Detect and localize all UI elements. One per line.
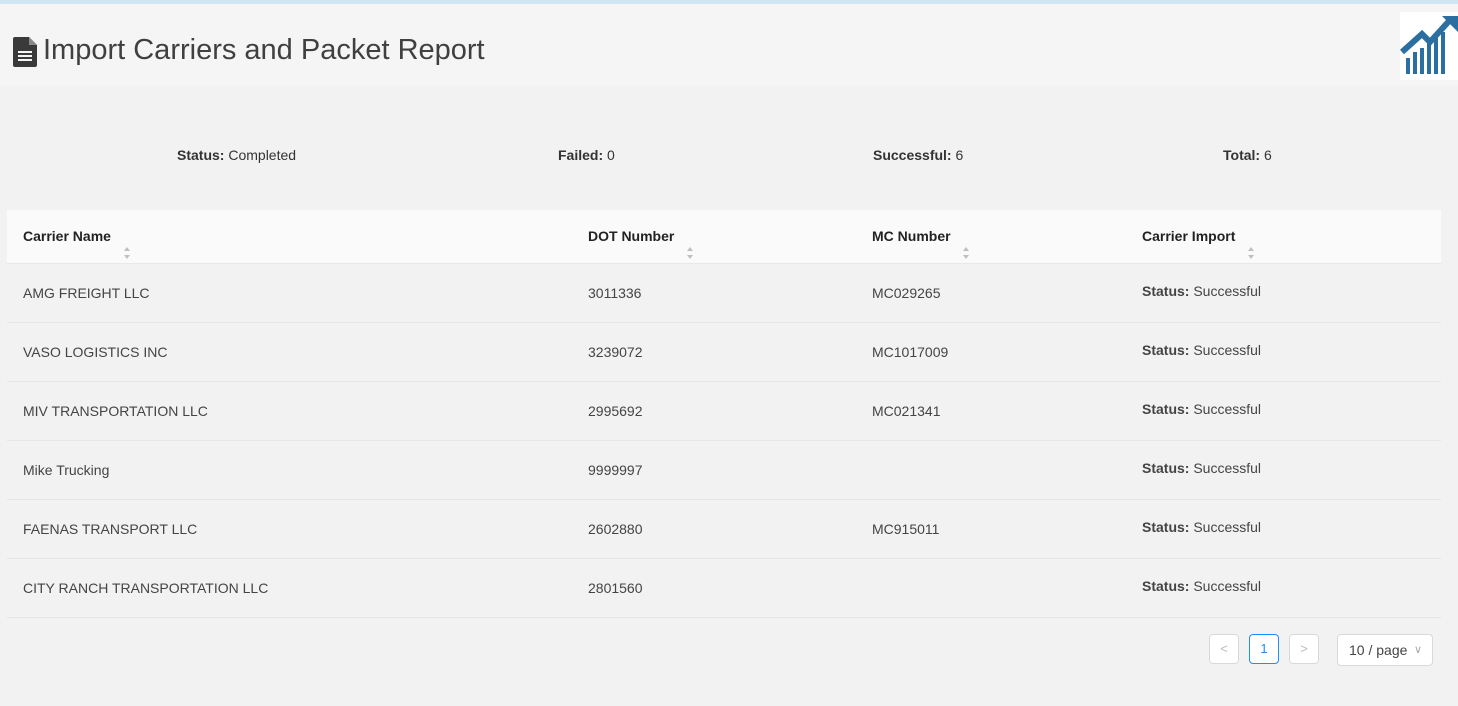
mc-number-cell: MC029265 — [872, 285, 941, 301]
summary-successful-label: Successful: — [873, 147, 952, 163]
mc-number-cell: MC021341 — [872, 403, 941, 419]
page-title: Import Carriers and Packet Report — [43, 34, 485, 66]
carrier-import-cell: Status: Successful — [1142, 559, 1261, 617]
mc-number-cell: MC915011 — [872, 521, 940, 537]
chart-growth-logo — [1399, 12, 1458, 80]
summary-total-value: 6 — [1263, 147, 1272, 163]
summary-total-label: Total: — [1223, 147, 1261, 163]
column-header-label: DOT Number — [588, 228, 675, 244]
dot-number-cell: 2995692 — [588, 403, 643, 419]
sort-icon[interactable] — [123, 229, 131, 260]
status-label: Status: — [1142, 519, 1190, 535]
chevron-down-icon: ∨ — [1413, 644, 1422, 656]
table-row: VASO LOGISTICS INC 3239072 MC1017009 Sta… — [7, 323, 1441, 382]
column-header-dot-number[interactable]: DOT Number — [588, 210, 694, 263]
dot-number-cell: 2602880 — [588, 521, 643, 537]
status-label: Status: — [1142, 342, 1190, 358]
carrier-import-cell: Status: Successful — [1142, 264, 1261, 322]
status-value: Successful — [1193, 283, 1262, 299]
column-header-mc-number[interactable]: MC Number — [872, 210, 970, 263]
document-icon — [13, 37, 37, 67]
status-value: Successful — [1193, 519, 1262, 535]
carrier-name-cell: FAENAS TRANSPORT LLC — [23, 521, 198, 537]
carrier-import-cell: Status: Successful — [1142, 441, 1261, 499]
summary-failed-label: Failed: — [558, 147, 604, 163]
carrier-name-cell: VASO LOGISTICS INC — [23, 344, 168, 360]
carrier-import-cell: Status: Successful — [1142, 500, 1261, 558]
status-label: Status: — [1142, 460, 1190, 476]
status-label: Status: — [1142, 401, 1190, 417]
carrier-import-cell: Status: Successful — [1142, 382, 1261, 440]
status-label: Status: — [1142, 283, 1190, 299]
dot-number-cell: 9999997 — [588, 462, 643, 478]
dot-number-cell: 2801560 — [588, 580, 643, 596]
summary-successful: Successful: 6 — [873, 146, 963, 164]
summary-failed-value: 0 — [607, 147, 615, 163]
column-header-label: Carrier Name — [23, 228, 111, 244]
status-value: Successful — [1193, 460, 1262, 476]
summary-failed: Failed: 0 — [558, 146, 615, 164]
mc-number-cell: MC1017009 — [872, 344, 949, 360]
column-header-label: Carrier Import — [1142, 228, 1236, 244]
next-page-button[interactable]: > — [1289, 634, 1319, 664]
table-row: CITY RANCH TRANSPORTATION LLC 2801560 St… — [7, 559, 1441, 618]
carrier-name-cell: AMG FREIGHT LLC — [23, 285, 150, 301]
status-value: Successful — [1193, 578, 1262, 594]
column-header-carrier-name[interactable]: Carrier Name — [23, 210, 131, 263]
column-header-carrier-import[interactable]: Carrier Import — [1142, 210, 1255, 263]
sort-icon[interactable] — [1247, 229, 1255, 260]
table-row: Mike Trucking 9999997 Status: Successful — [7, 441, 1441, 500]
summary-successful-value: 6 — [955, 147, 964, 163]
carrier-import-cell: Status: Successful — [1142, 323, 1261, 381]
carrier-name-cell: CITY RANCH TRANSPORTATION LLC — [23, 580, 269, 596]
carrier-name-cell: Mike Trucking — [23, 462, 110, 478]
page-1-button[interactable]: 1 — [1249, 634, 1279, 664]
status-label: Status: — [1142, 578, 1190, 594]
carrier-name-cell: MIV TRANSPORTATION LLC — [23, 403, 208, 419]
dot-number-cell: 3011336 — [588, 285, 642, 301]
table-row: FAENAS TRANSPORT LLC 2602880 MC915011 St… — [7, 500, 1441, 559]
column-header-label: MC Number — [872, 228, 951, 244]
prev-page-button[interactable]: < — [1209, 634, 1239, 664]
page-size-select[interactable]: 10 / page ∨ — [1337, 634, 1433, 666]
sort-icon[interactable] — [962, 229, 970, 260]
summary-status: Status: Completed — [177, 146, 296, 164]
dot-number-cell: 3239072 — [588, 344, 643, 360]
table-row: AMG FREIGHT LLC 3011336 MC029265 Status:… — [7, 264, 1441, 323]
page-header: Import Carriers and Packet Report — [0, 4, 1458, 86]
summary-total: Total: 6 — [1223, 146, 1272, 164]
sort-icon[interactable] — [686, 229, 694, 260]
summary-status-value: Completed — [228, 147, 297, 163]
table-row: MIV TRANSPORTATION LLC 2995692 MC021341 … — [7, 382, 1441, 441]
table-header: Carrier Name DOT Number MC Number Carrie… — [7, 210, 1441, 264]
carriers-table: Carrier Name DOT Number MC Number Carrie… — [7, 210, 1441, 618]
page-size-value: 10 / page — [1349, 642, 1408, 658]
status-value: Successful — [1193, 342, 1262, 358]
summary-status-label: Status: — [177, 147, 225, 163]
status-value: Successful — [1193, 401, 1262, 417]
